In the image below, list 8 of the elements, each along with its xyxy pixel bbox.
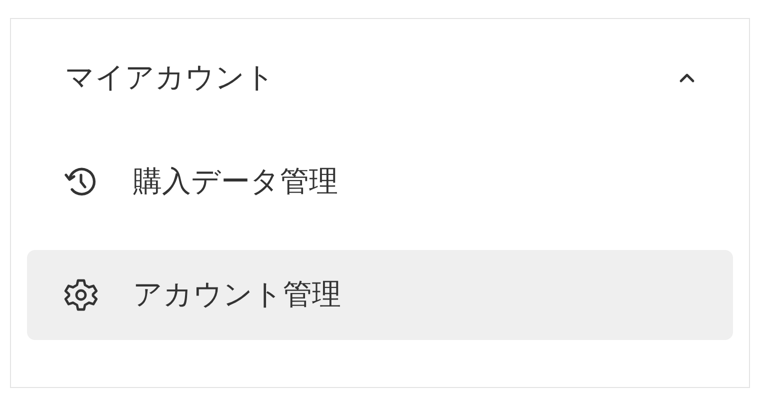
menu-item[interactable]: 購入データ管理 <box>27 137 733 227</box>
menu-header[interactable]: マイアカウント <box>27 19 733 137</box>
menu-item[interactable]: アカウント管理 <box>27 250 733 340</box>
menu-title: マイアカウント <box>65 59 275 96</box>
menu-item-label: アカウント管理 <box>133 276 341 313</box>
menu-item-label: 購入データ管理 <box>133 163 338 200</box>
chevron-icon <box>679 73 695 83</box>
gear-icon <box>63 277 99 313</box>
